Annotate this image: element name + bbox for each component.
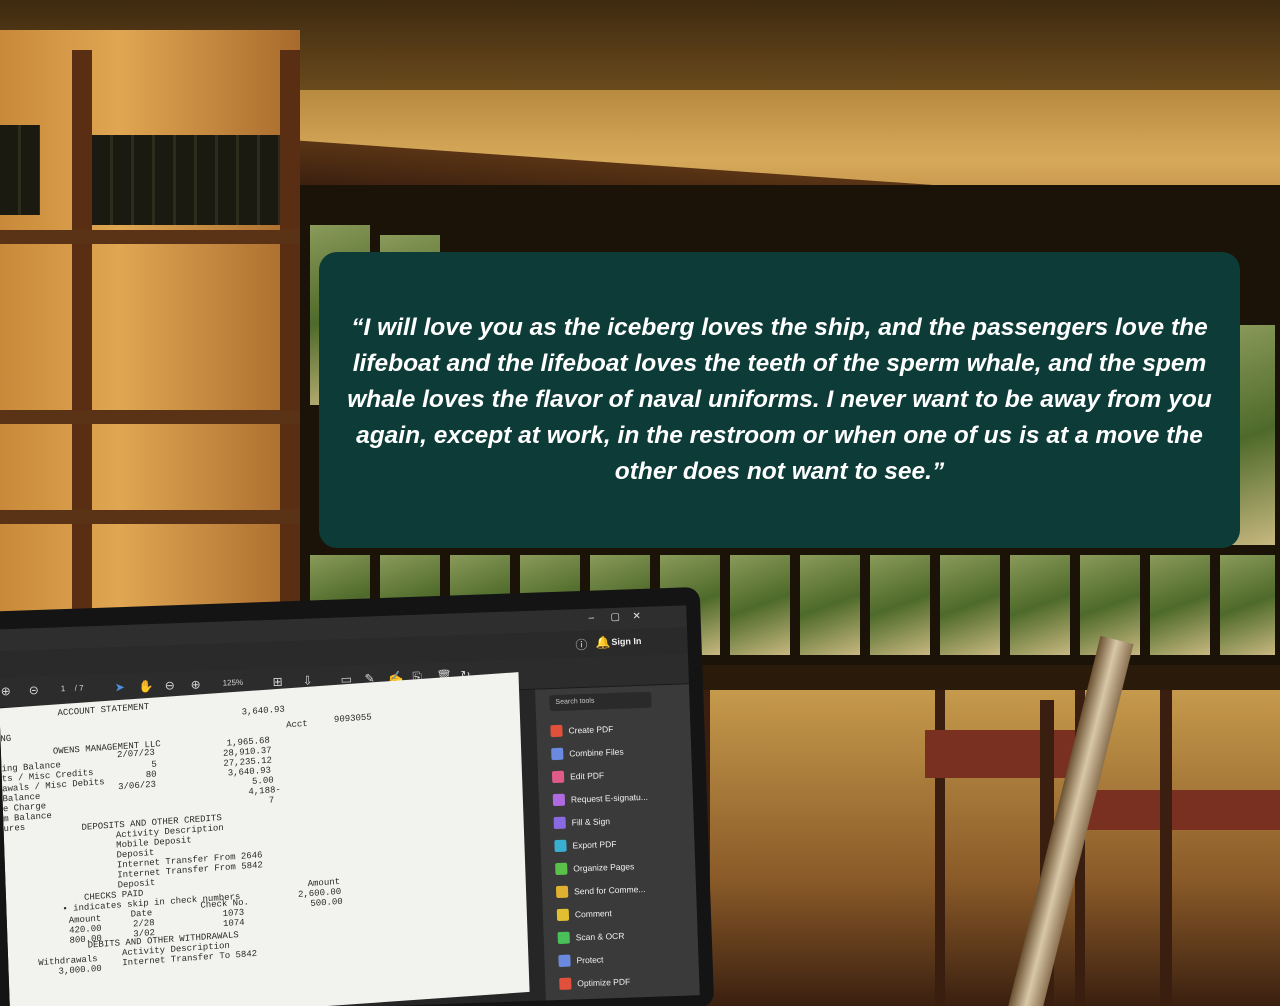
pdf-document-page: ACCOUNT STATEMENT 3,640.93 NG Acct 90930… bbox=[0, 672, 530, 1006]
doc-line: 3,640.93 bbox=[241, 704, 285, 718]
tool-fill-sign[interactable]: Fill & Sign bbox=[553, 811, 610, 833]
tools-panel: Search tools Create PDF Combine Files Ed… bbox=[535, 684, 700, 1006]
tool-edit-pdf[interactable]: Edit PDF bbox=[551, 765, 605, 787]
doc-line: ures bbox=[3, 822, 26, 835]
laptop: – ▢ ✕ ⓘ 🔔 Sign In ⊕ ⊝ 1 / 7 ➤ ✋ ⊖ ⊕ 125%… bbox=[0, 586, 715, 1006]
create-pdf-icon bbox=[550, 724, 563, 738]
doc-line: 5 bbox=[151, 759, 158, 770]
optimize-pdf-icon bbox=[559, 977, 572, 991]
tool-label: Protect bbox=[576, 954, 604, 966]
organize-pages-icon bbox=[555, 862, 568, 876]
tool-organize-pages[interactable]: Organize Pages bbox=[555, 856, 635, 879]
hand-tool-icon[interactable]: ✋ bbox=[138, 679, 153, 694]
doc-line: 3,000.00 bbox=[58, 963, 102, 977]
zoom-level-select[interactable]: 125% bbox=[222, 678, 243, 688]
tool-label: Send for Comme... bbox=[573, 883, 646, 897]
tool-label: Create PDF bbox=[568, 723, 614, 736]
zoom-in-icon[interactable]: ⊕ bbox=[190, 677, 201, 691]
doc-line: 1074 bbox=[222, 917, 245, 930]
maximize-button[interactable]: ▢ bbox=[610, 612, 620, 623]
doc-line: 500.00 bbox=[310, 896, 343, 910]
tool-label: Organize Pages bbox=[573, 861, 635, 874]
scan-ocr-icon bbox=[557, 931, 570, 945]
tool-comment[interactable]: Comment bbox=[556, 903, 613, 925]
request-esign-icon bbox=[552, 793, 566, 807]
tool-optimize-pdf[interactable]: Optimize PDF bbox=[559, 972, 631, 994]
shelf-post bbox=[280, 50, 300, 650]
window-pane bbox=[1150, 555, 1210, 655]
shelf-post bbox=[72, 50, 92, 650]
export-pdf-icon bbox=[554, 839, 567, 853]
protect-icon bbox=[558, 954, 571, 968]
search-tools-input[interactable]: Search tools bbox=[549, 691, 652, 712]
zoom-out-icon[interactable]: ⊖ bbox=[164, 678, 175, 692]
window-pane bbox=[940, 555, 1000, 655]
tool-label: Edit PDF bbox=[569, 770, 605, 782]
window-pane bbox=[1010, 555, 1070, 655]
shelf-board bbox=[0, 510, 300, 524]
doc-line: ACCOUNT STATEMENT bbox=[57, 701, 150, 719]
quote-card: “I will love you as the iceberg loves th… bbox=[319, 252, 1240, 548]
tool-send-comment[interactable]: Send for Comme... bbox=[555, 879, 646, 902]
doc-line: 2/07/23 bbox=[116, 747, 156, 761]
tool-label: Comment bbox=[574, 908, 612, 920]
books bbox=[92, 135, 280, 225]
send-comment-icon bbox=[555, 885, 569, 899]
page-down-icon[interactable]: ⊝ bbox=[29, 683, 40, 697]
tool-label: Request E-signatu... bbox=[570, 791, 649, 805]
edit-pdf-icon bbox=[551, 770, 565, 784]
tool-label: Scan & OCR bbox=[575, 930, 625, 943]
doc-line: 9093055 bbox=[333, 712, 372, 726]
comment-icon bbox=[556, 908, 570, 922]
fill-sign-icon bbox=[553, 816, 566, 830]
tool-scan-ocr[interactable]: Scan & OCR bbox=[557, 926, 625, 948]
window-pane bbox=[1220, 555, 1275, 655]
quote-text: “I will love you as the iceberg loves th… bbox=[347, 314, 1212, 485]
tool-protect[interactable]: Protect bbox=[558, 949, 604, 971]
doc-line: 3/06/23 bbox=[118, 779, 157, 793]
tool-label: Export PDF bbox=[572, 838, 617, 851]
tool-label: Fill & Sign bbox=[571, 816, 611, 828]
doc-line: Acct bbox=[285, 718, 308, 731]
page-total: / 7 bbox=[74, 683, 84, 693]
window-pane bbox=[800, 555, 860, 655]
combine-files-icon bbox=[551, 747, 564, 761]
minimize-button[interactable]: – bbox=[588, 613, 594, 624]
window-pane bbox=[870, 555, 930, 655]
close-button[interactable]: ✕ bbox=[632, 611, 641, 622]
doc-line: m Balance bbox=[3, 810, 52, 825]
select-cursor-icon[interactable]: ➤ bbox=[114, 680, 125, 694]
doc-line: 7 bbox=[268, 795, 275, 806]
table-top bbox=[1080, 790, 1280, 830]
tool-request-esign[interactable]: Request E-signatu... bbox=[552, 787, 649, 810]
tool-label: Combine Files bbox=[569, 746, 624, 759]
tool-export-pdf[interactable]: Export PDF bbox=[554, 834, 617, 856]
doc-line: NG bbox=[0, 733, 12, 745]
window-pane bbox=[730, 555, 790, 655]
help-icon[interactable]: ⓘ bbox=[575, 636, 588, 653]
fit-page-icon[interactable]: ⊞ bbox=[272, 674, 283, 688]
shelf-board bbox=[0, 230, 300, 244]
tool-create-pdf[interactable]: Create PDF bbox=[550, 719, 614, 741]
tool-combine-files[interactable]: Combine Files bbox=[551, 742, 624, 765]
page-number-input[interactable]: 1 bbox=[61, 684, 66, 693]
tool-label: Optimize PDF bbox=[577, 976, 631, 989]
books bbox=[0, 125, 40, 215]
laptop-screen: – ▢ ✕ ⓘ 🔔 Sign In ⊕ ⊝ 1 / 7 ➤ ✋ ⊖ ⊕ 125%… bbox=[0, 605, 700, 1006]
chair-leg bbox=[1160, 690, 1172, 1006]
sign-in-button[interactable]: Sign In bbox=[611, 636, 641, 647]
notification-icon[interactable]: 🔔 bbox=[595, 635, 610, 650]
doc-line: 4,188- bbox=[248, 784, 281, 798]
shelf-board bbox=[0, 410, 300, 424]
page-up-icon[interactable]: ⊕ bbox=[1, 684, 12, 698]
bookshelf bbox=[0, 30, 300, 650]
